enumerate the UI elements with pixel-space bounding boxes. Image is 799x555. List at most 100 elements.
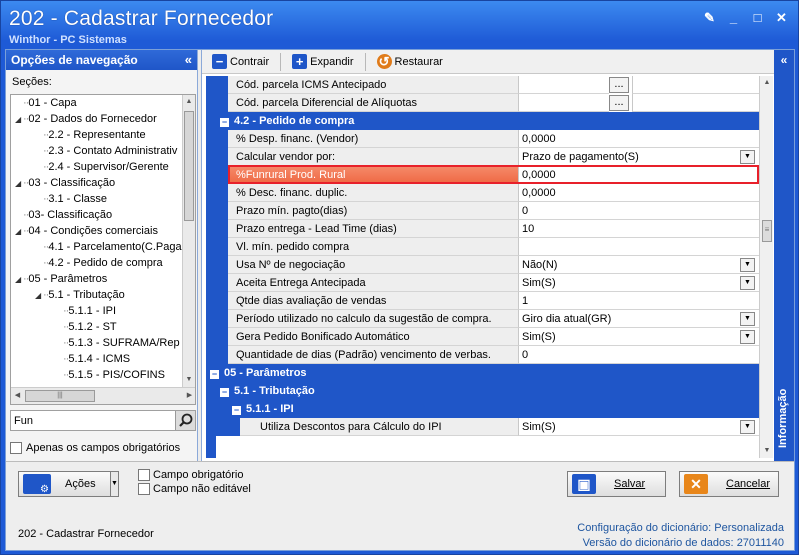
expand-button[interactable]: + Expandir (288, 52, 357, 72)
actions-button[interactable]: Ações (18, 471, 118, 497)
scroll-down-icon[interactable]: ▼ (183, 373, 195, 387)
collapse-nav-icon[interactable]: « (185, 50, 192, 70)
tree-item[interactable]: ··4.1 - Parcelamento(C.Paga (11, 239, 183, 255)
grid-field-row[interactable]: Prazo entrega - Lead Time (dias) 10 (206, 220, 759, 238)
only-required-option[interactable]: Apenas os campos obrigatórios (10, 442, 180, 454)
grid-section-row[interactable]: −5.1 - Tributação (206, 382, 759, 400)
grid-field-row[interactable]: Aceita Entrega Antecipada Sim(S) ▼ (206, 274, 759, 292)
grid-field-row[interactable]: Qtde dias avaliação de vendas 1 (206, 292, 759, 310)
dropdown-arrow-icon[interactable]: ▼ (740, 420, 755, 434)
collapse-section-icon[interactable]: − (210, 370, 219, 379)
grid-field-row[interactable]: %Funrural Prod. Rural 0,0000 (206, 165, 759, 184)
maximize-icon[interactable]: □ (749, 10, 766, 25)
grid-field-row[interactable]: Quantidade de dias (Padrão) vencimento d… (206, 346, 759, 364)
grid-field-row[interactable]: Período utilizado no calculo da sugestão… (206, 310, 759, 328)
field-value[interactable] (519, 238, 759, 256)
grid-field-row[interactable]: % Desp. financ. (Vendor) 0,0000 (206, 130, 759, 148)
minimize-icon[interactable]: _ (725, 10, 742, 25)
tree-item[interactable]: ··3.1 - Classe (11, 191, 183, 207)
grid-field-row[interactable]: Calcular vendor por: Prazo de pagamento(S… (206, 148, 759, 166)
section-header[interactable]: −5.1 - Tributação (216, 382, 759, 400)
collapse-button[interactable]: − Contrair (208, 52, 273, 72)
tree-item[interactable]: ··5.1.3 - SUFRAMA/Rep (11, 335, 183, 351)
grid-scroll-up-icon[interactable]: ▲ (760, 76, 774, 90)
close-icon[interactable]: ✕ (773, 10, 790, 25)
grid-vertical-scrollbar[interactable]: ▲ ≡ ▼ (759, 76, 773, 458)
tree-item[interactable]: ··01 - Capa (11, 95, 183, 111)
grid-section-row[interactable]: −05 - Parâmetros (206, 364, 759, 382)
ellipsis-button[interactable]: ... (609, 95, 629, 111)
collapse-section-icon[interactable]: − (220, 388, 229, 397)
tree-hscroll-thumb[interactable]: ||| (25, 390, 95, 402)
collapse-section-icon[interactable]: − (220, 118, 229, 127)
grid-section-row[interactable]: −4.2 - Pedido de compra (206, 112, 759, 130)
grid-field-row[interactable]: Gera Pedido Bonificado Automático Sim(S) ▼ (206, 328, 759, 346)
ellipsis-button[interactable]: ... (609, 77, 629, 93)
section-header[interactable]: −05 - Parâmetros (206, 364, 759, 382)
scroll-up-icon[interactable]: ▲ (183, 95, 195, 109)
field-value[interactable]: Sim(S) ▼ (519, 328, 759, 346)
tree-scroll-thumb[interactable] (184, 111, 194, 221)
tree-item[interactable]: ··5.1.4 - ICMS (11, 351, 183, 367)
field-value[interactable] (519, 76, 609, 94)
tree-item[interactable]: ··5.1.2 - ST (11, 319, 183, 335)
field-value[interactable]: Sim(S) ▼ (519, 418, 759, 436)
expand-toggle-icon[interactable]: ◢ (15, 272, 23, 288)
section-header[interactable]: −5.1.1 - IPI (228, 400, 759, 418)
dropdown-arrow-icon[interactable]: ▼ (740, 258, 755, 272)
information-panel[interactable]: « Informação (774, 50, 794, 461)
field-value[interactable] (519, 94, 609, 112)
grid-field-row[interactable]: Vl. mín. pedido compra (206, 238, 759, 256)
collapse-section-icon[interactable]: − (232, 406, 241, 415)
field-value[interactable]: 0,0000 (519, 130, 759, 148)
section-header[interactable]: −4.2 - Pedido de compra (216, 112, 759, 130)
field-value[interactable]: Prazo de pagamento(S) ▼ (519, 148, 759, 166)
grid-field-row[interactable]: % Desc. financ. duplic. 0,0000 (206, 184, 759, 202)
dropdown-arrow-icon[interactable]: ▼ (740, 330, 755, 344)
grid-field-row[interactable]: Cód. parcela Diferencial de Alíquotas... (206, 94, 759, 112)
grid-scroll-down-icon[interactable]: ▼ (760, 444, 774, 458)
search-button[interactable] (175, 411, 195, 430)
tree-item[interactable]: ··5.1.5 - PIS/COFINS (11, 367, 183, 383)
grid-field-row[interactable]: Cód. parcela ICMS Antecipado... (206, 76, 759, 94)
expand-toggle-icon[interactable]: ◢ (15, 112, 23, 128)
scroll-left-icon[interactable]: ◀ (11, 388, 24, 404)
field-value[interactable]: 0,0000 (519, 184, 759, 202)
restore-button[interactable]: ↺ Restaurar (373, 52, 447, 72)
tree-item[interactable]: ◢ ··5.1 - Tributação (11, 287, 183, 303)
only-required-checkbox[interactable] (10, 442, 22, 454)
expand-toggle-icon[interactable]: ◢ (35, 288, 43, 304)
tree-item[interactable]: ◢ ··05 - Parâmetros (11, 271, 183, 287)
expand-info-icon[interactable]: « (774, 53, 794, 67)
tree-item[interactable]: ··2.4 - Supervisor/Gerente (11, 159, 183, 175)
edit-window-icon[interactable]: ✎ (701, 10, 718, 25)
field-value[interactable]: 0 (519, 346, 759, 364)
field-value[interactable]: 10 (519, 220, 759, 238)
expand-toggle-icon[interactable]: ◢ (15, 224, 23, 240)
tree-item[interactable]: ··2.2 - Representante (11, 127, 183, 143)
scroll-right-icon[interactable]: ▶ (183, 388, 195, 404)
tree-item[interactable]: ◢ ··03 - Classificação (11, 175, 183, 191)
tree-item[interactable]: ··5.1.1 - IPI (11, 303, 183, 319)
tree-item[interactable]: ··03- Classificação (11, 207, 183, 223)
dropdown-arrow-icon[interactable]: ▼ (740, 312, 755, 326)
save-button[interactable]: ▣ Salvar (567, 471, 666, 497)
field-value[interactable]: 0 (519, 202, 759, 220)
expand-toggle-icon[interactable]: ◢ (15, 176, 23, 192)
field-value[interactable]: Não(N) ▼ (519, 256, 759, 274)
grid-field-row[interactable]: Utiliza Descontos para Cálculo do IPI Sim… (206, 418, 759, 436)
tree-item[interactable]: ◢ ··02 - Dados do Fornecedor (11, 111, 183, 127)
tree-item[interactable]: ··4.2 - Pedido de compra (11, 255, 183, 271)
actions-dropdown-icon[interactable]: ▼ (110, 471, 119, 497)
tree-item[interactable]: ◢ ··04 - Condições comerciais (11, 223, 183, 239)
tree-vertical-scrollbar[interactable]: ▲ ▼ (182, 95, 195, 387)
field-value[interactable]: 1 (519, 292, 759, 310)
cancel-button[interactable]: ✕ Cancelar (679, 471, 779, 497)
sections-tree[interactable]: ··01 - Capa ◢ ··02 - Dados do Fornecedor ··… (10, 94, 196, 405)
field-value[interactable]: Giro dia atual(GR) ▼ (519, 310, 759, 328)
grid-field-row[interactable]: Usa Nº de negociação Não(N) ▼ (206, 256, 759, 274)
tree-item[interactable]: ··2.3 - Contato Administrativ (11, 143, 183, 159)
dropdown-arrow-icon[interactable]: ▼ (740, 276, 755, 290)
grid-section-row[interactable]: −5.1.1 - IPI (206, 400, 759, 418)
filter-input[interactable] (11, 411, 171, 430)
